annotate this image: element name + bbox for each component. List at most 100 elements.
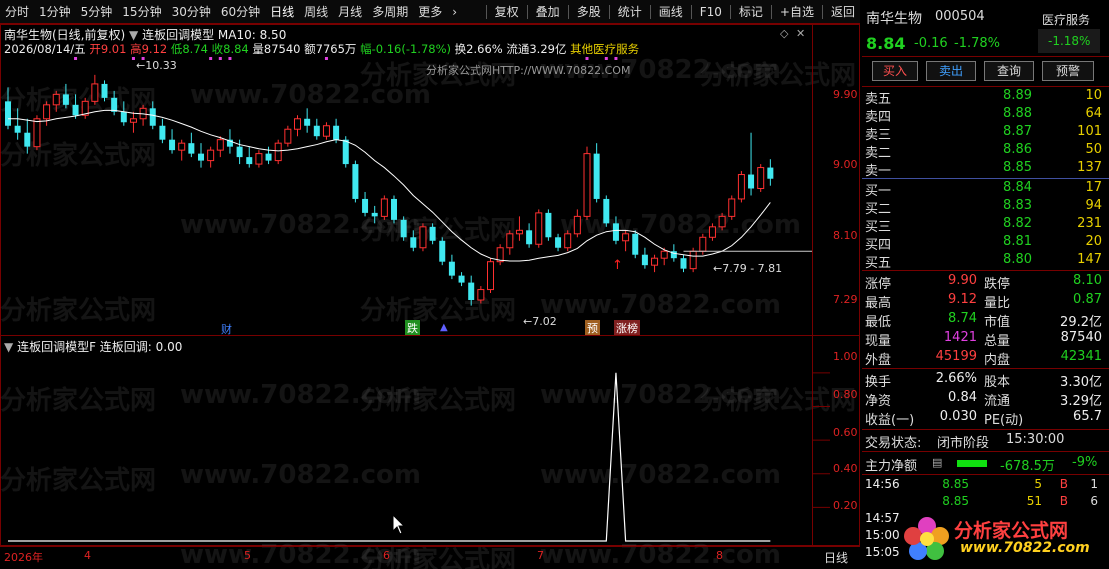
ask-row[interactable]: 卖一 8.85 137 [862,160,1102,179]
sub-indicator-chart[interactable] [0,336,860,546]
candle[interactable] [603,195,610,227]
candle[interactable] [439,237,446,266]
candle[interactable] [14,108,21,140]
tab-multi-period[interactable]: 多周期 [367,3,413,20]
candle[interactable] [188,132,195,158]
tab-more[interactable]: 更多 [413,3,447,20]
triangle-up-icon[interactable]: ▲ [440,322,448,333]
candle[interactable] [718,212,726,231]
multi-stock-button[interactable]: 多股 [572,3,606,20]
candle[interactable] [651,254,659,273]
candle[interactable] [708,223,716,241]
candle[interactable] [178,139,186,161]
candle[interactable] [757,164,765,192]
statistics-button[interactable]: 统计 [613,3,647,20]
candle[interactable] [91,74,99,105]
candle[interactable] [207,146,215,168]
candle[interactable] [496,244,504,266]
event-tag-die[interactable]: 跌 [405,320,420,336]
bid-row[interactable]: 买三 8.82 231 [862,216,1102,235]
f10-button[interactable]: F10 [695,5,727,19]
ask-row[interactable]: 卖三 8.87 101 [862,124,1102,143]
candle[interactable] [410,230,417,252]
sector-link[interactable]: 其他医疗服务 [570,42,639,56]
candle[interactable] [593,143,600,203]
candle[interactable] [429,223,436,245]
candle[interactable] [583,146,591,220]
candle[interactable] [737,171,745,203]
tab-15min[interactable]: 15分钟 [117,3,166,20]
bid-row[interactable]: 买二 8.83 94 [862,198,1102,217]
candle[interactable] [81,97,89,119]
candle[interactable] [468,275,475,306]
candle[interactable] [555,233,562,252]
candle[interactable] [448,254,455,280]
alert-button[interactable]: 预警 [1042,61,1094,81]
tab-weekly[interactable]: 周线 [299,3,333,20]
event-tag-yu[interactable]: 预 [585,320,600,336]
candle[interactable] [322,122,330,140]
candle[interactable] [391,195,397,224]
candle[interactable] [458,272,465,287]
candle[interactable] [5,87,11,130]
candle[interactable] [352,160,359,203]
candle[interactable] [274,139,282,165]
chevron-right-icon[interactable]: › [447,5,462,19]
back-button[interactable]: 返回 [826,3,860,20]
tab-daily[interactable]: 日线 [265,3,299,20]
tab-60min[interactable]: 60分钟 [216,3,265,20]
add-watchlist-button[interactable]: +自选 [775,3,819,20]
candle[interactable] [52,90,60,112]
mark-button[interactable]: 标记 [734,3,768,20]
candle[interactable] [294,115,301,137]
candle[interactable] [564,230,572,252]
draw-line-button[interactable]: 画线 [654,3,688,20]
candle[interactable] [515,216,523,241]
candle[interactable] [284,125,292,147]
candle[interactable] [767,159,774,186]
candle[interactable] [400,216,407,241]
bid-row[interactable]: 买一 8.84 17 [862,180,1102,199]
candle[interactable] [43,101,51,126]
candle[interactable] [728,195,736,220]
candle[interactable] [33,115,41,151]
bid-row[interactable]: 买四 8.81 20 [862,234,1102,253]
candle[interactable] [101,80,108,102]
bid-row[interactable]: 买五 8.80 147 [862,252,1102,271]
indicator-name[interactable]: 连板回调模型 [142,28,214,42]
ask-row[interactable]: 卖五 8.89 10 [862,88,1102,107]
candle[interactable] [159,118,166,144]
list-icon[interactable]: ▤ [932,456,942,469]
tab-fenshi[interactable]: 分时 [0,3,34,20]
period-label[interactable]: 日线 [824,549,848,566]
ask-row[interactable]: 卖二 8.86 50 [862,142,1102,161]
candle[interactable] [198,143,204,168]
candle[interactable] [506,230,514,255]
sector-badge[interactable]: 医疗服务 [1042,11,1090,28]
candle[interactable] [622,230,630,252]
overlay-button[interactable]: 叠加 [531,3,565,20]
candle[interactable] [120,101,127,126]
sell-button[interactable]: 卖出 [926,61,976,81]
candle[interactable] [129,111,137,133]
candle[interactable] [641,247,648,269]
candlestick-chart[interactable]: ↑ [0,55,860,317]
candle[interactable] [169,129,176,154]
candle[interactable] [487,258,494,294]
close-icon[interactable]: ✕ [796,27,805,40]
candle[interactable] [362,191,369,217]
candle[interactable] [216,136,224,158]
candle[interactable] [139,104,147,126]
tab-5min[interactable]: 5分钟 [76,3,118,20]
candle[interactable] [748,132,755,196]
chevron-down-icon[interactable]: ▼ [129,28,138,42]
candle[interactable] [313,118,320,140]
candle[interactable] [380,195,388,220]
candle[interactable] [24,118,31,154]
diamond-icon[interactable]: ◇ [780,27,788,40]
candle[interactable] [255,150,263,168]
candle[interactable] [477,286,485,304]
tab-monthly[interactable]: 月线 [333,3,367,20]
candle[interactable] [526,223,533,248]
tab-1min[interactable]: 1分钟 [34,3,76,20]
